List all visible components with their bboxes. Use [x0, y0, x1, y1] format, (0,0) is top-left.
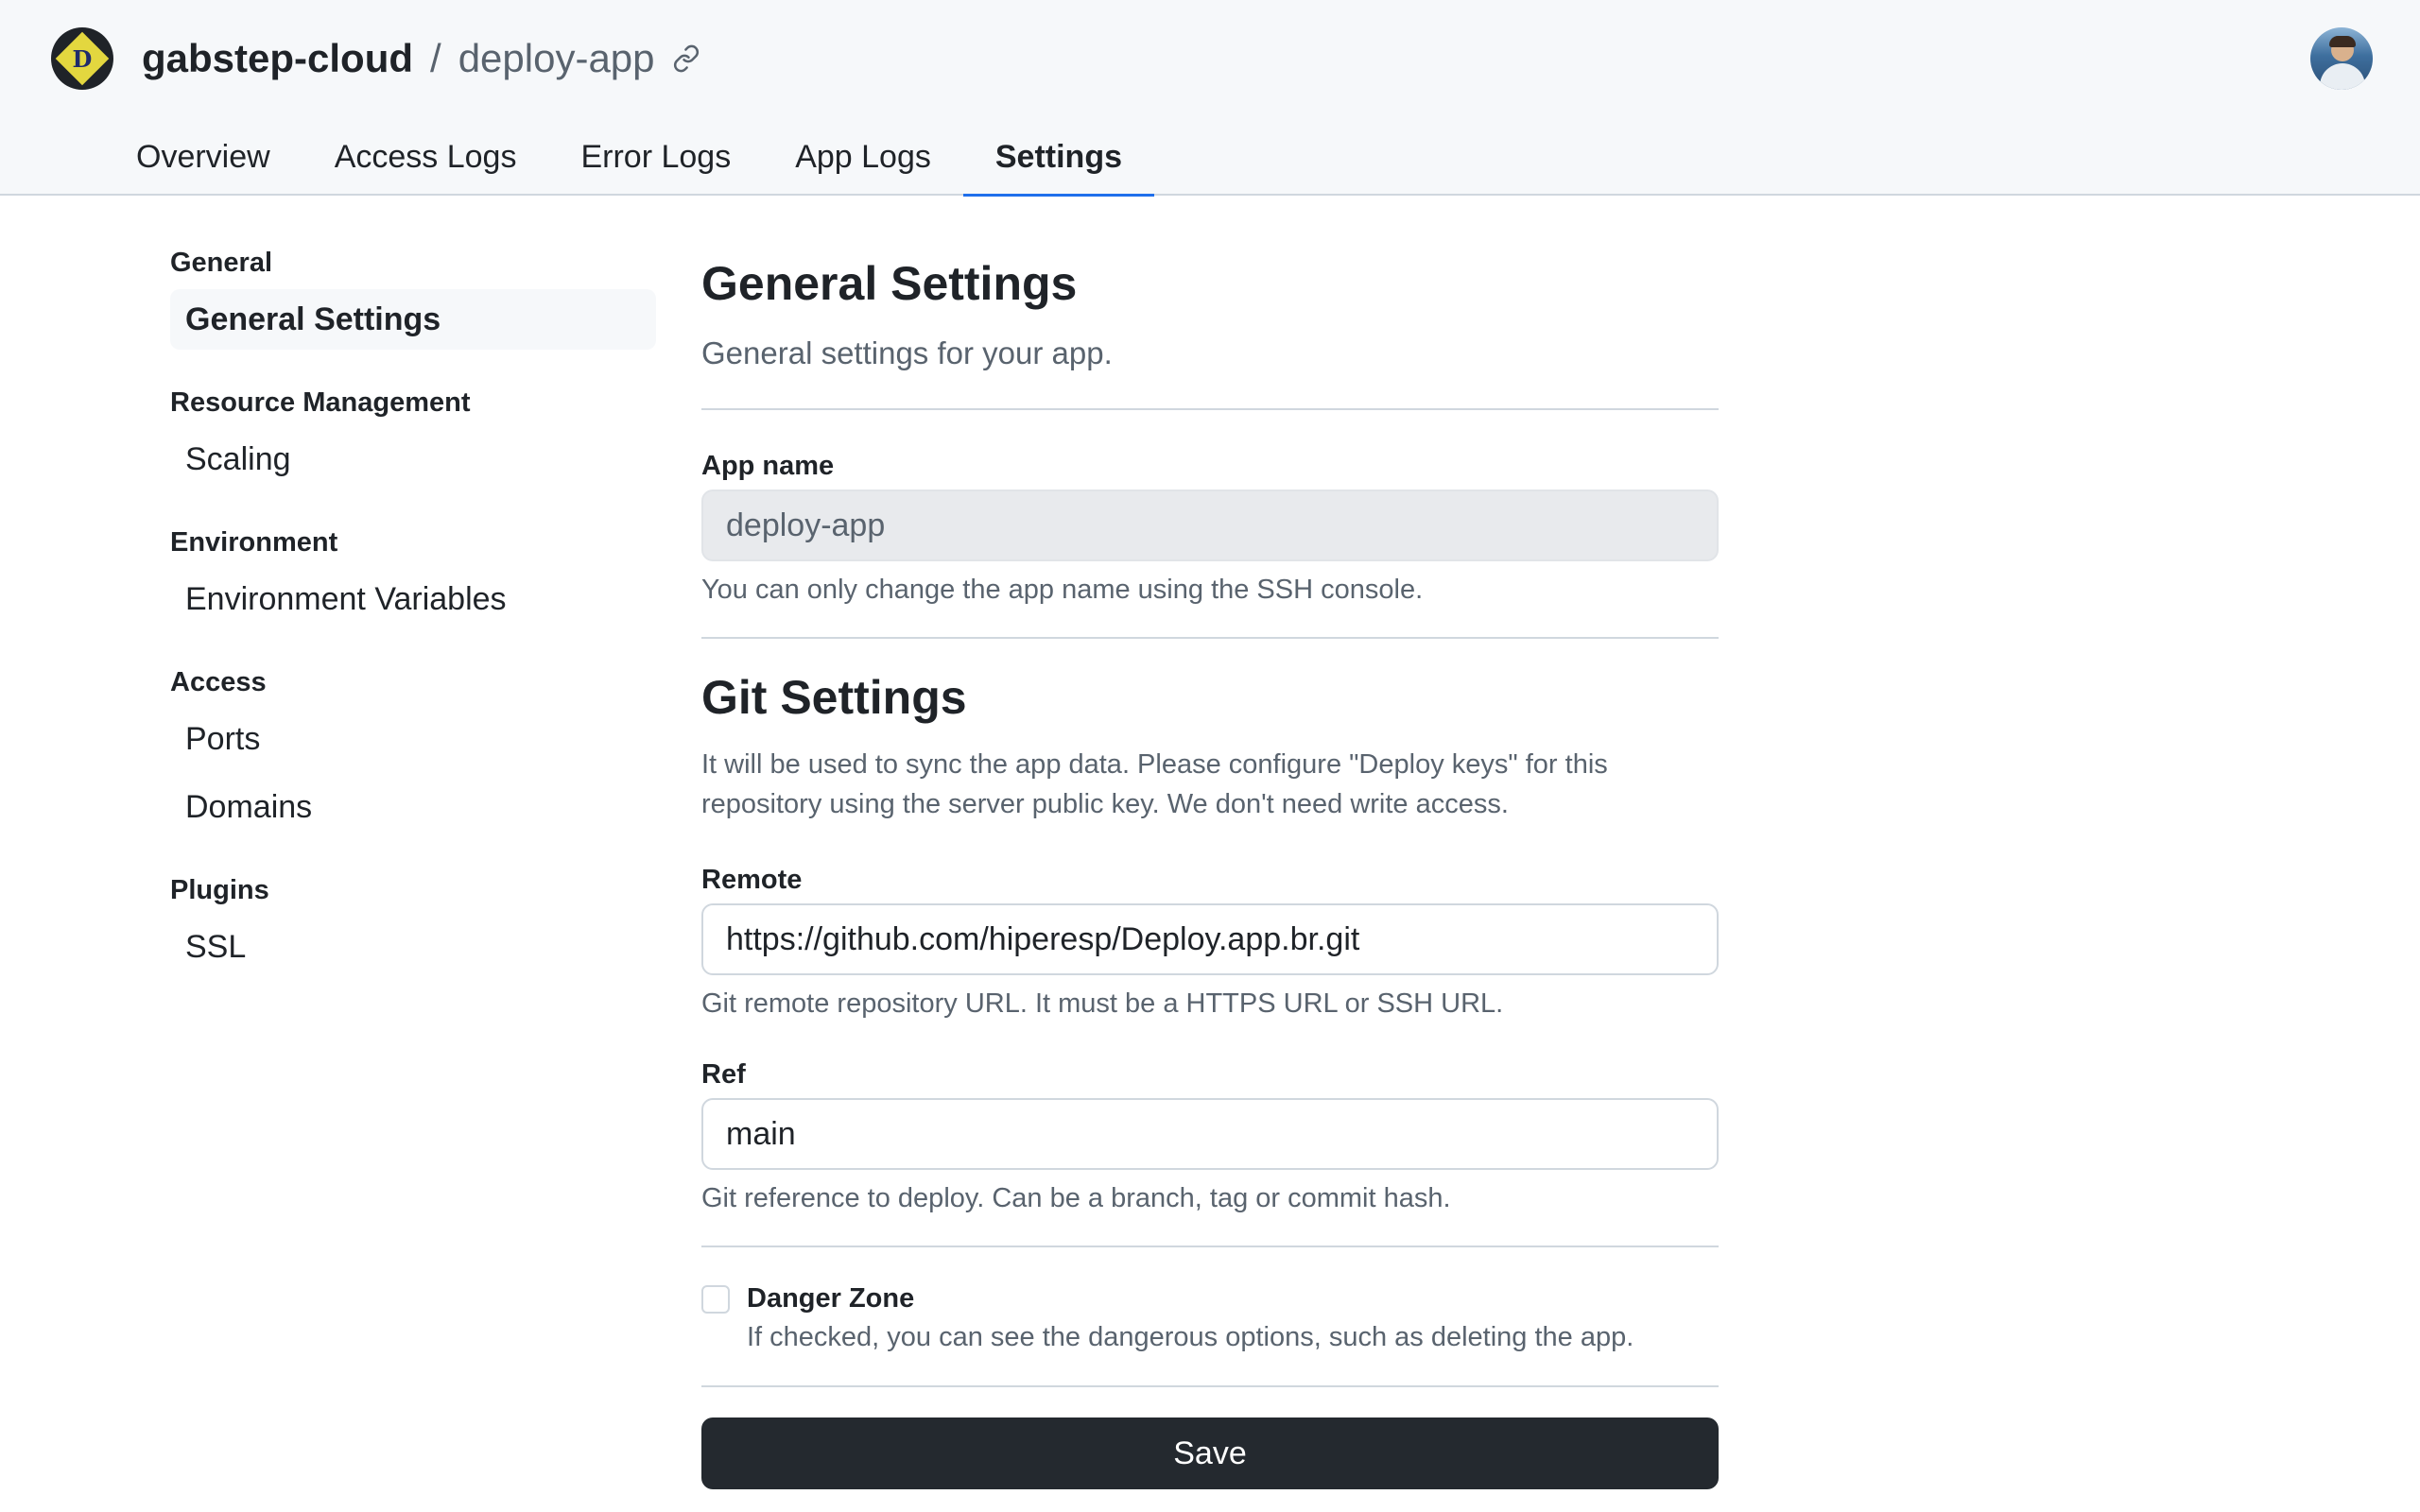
sidebar-group-plugins: Plugins SSL: [170, 871, 656, 977]
general-settings-title: General Settings: [701, 257, 1078, 310]
danger-zone-help: If checked, you can see the dangerous op…: [747, 1322, 1634, 1352]
breadcrumb-owner[interactable]: gabstep-cloud: [142, 36, 413, 81]
save-button[interactable]: Save: [701, 1418, 1719, 1489]
breadcrumb-separator: /: [430, 36, 441, 80]
link-icon[interactable]: [672, 44, 700, 73]
sidebar-item-scaling[interactable]: Scaling: [170, 429, 656, 490]
app-tabs: Overview Access Logs Error Logs App Logs…: [104, 132, 1155, 197]
git-settings-description: It will be used to sync the app data. Pl…: [701, 749, 1608, 819]
tab-app-logs[interactable]: App Logs: [763, 132, 963, 196]
danger-zone-label[interactable]: Danger Zone: [747, 1280, 1634, 1317]
breadcrumb: gabstep-cloud / deploy-app: [142, 32, 700, 85]
sidebar-group-access: Access Ports Domains: [170, 663, 656, 837]
sidebar-item-domains[interactable]: Domains: [170, 777, 656, 837]
sidebar-group-title: General: [170, 248, 272, 278]
remote-label: Remote: [701, 865, 803, 895]
sidebar-group-title: Environment: [170, 527, 338, 558]
remote-url-input[interactable]: [701, 903, 1719, 975]
git-settings-title: Git Settings: [701, 671, 967, 724]
breadcrumb-app-name[interactable]: deploy-app: [458, 36, 655, 81]
sidebar-item-ports[interactable]: Ports: [170, 709, 656, 769]
sidebar-group-title: Plugins: [170, 875, 269, 905]
settings-sidebar: General General Settings Resource Manage…: [170, 244, 656, 1011]
sidebar-group-title: Resource Management: [170, 387, 471, 418]
sidebar-group-title: Access: [170, 667, 267, 697]
app-name-label: App name: [701, 451, 835, 481]
logo-icon[interactable]: D: [51, 27, 113, 90]
divider: [701, 637, 1719, 639]
user-avatar[interactable]: [2310, 27, 2373, 90]
sidebar-item-ssl[interactable]: SSL: [170, 917, 656, 977]
tab-access-logs[interactable]: Access Logs: [302, 132, 549, 196]
ref-label: Ref: [701, 1059, 746, 1090]
danger-zone-checkbox[interactable]: [701, 1285, 730, 1314]
sidebar-item-general-settings[interactable]: General Settings: [170, 289, 656, 350]
app-name-help: You can only change the app name using t…: [701, 575, 1424, 605]
top-header: D gabstep-cloud / deploy-app Overview Ac…: [0, 0, 2420, 197]
ref-input[interactable]: [701, 1098, 1719, 1170]
danger-zone-row: Danger Zone If checked, you can see the …: [701, 1280, 1719, 1357]
ref-help: Git reference to deploy. Can be a branch…: [701, 1183, 1451, 1213]
tab-overview[interactable]: Overview: [104, 132, 302, 196]
tab-settings[interactable]: Settings: [962, 132, 1155, 197]
sidebar-group-environment: Environment Environment Variables: [170, 524, 656, 629]
remote-help: Git remote repository URL. It must be a …: [701, 988, 1504, 1019]
settings-form: General Settings General settings for yo…: [701, 253, 1719, 1489]
sidebar-group-general: General General Settings: [170, 244, 656, 350]
divider: [701, 408, 1719, 410]
sidebar-group-resource-management: Resource Management Scaling: [170, 384, 656, 490]
sidebar-item-environment-variables[interactable]: Environment Variables: [170, 569, 656, 629]
app-name-input[interactable]: [701, 490, 1719, 561]
tab-error-logs[interactable]: Error Logs: [548, 132, 763, 196]
general-settings-subtitle: General settings for your app.: [701, 335, 1113, 370]
divider: [701, 1385, 1719, 1387]
divider: [701, 1246, 1719, 1247]
